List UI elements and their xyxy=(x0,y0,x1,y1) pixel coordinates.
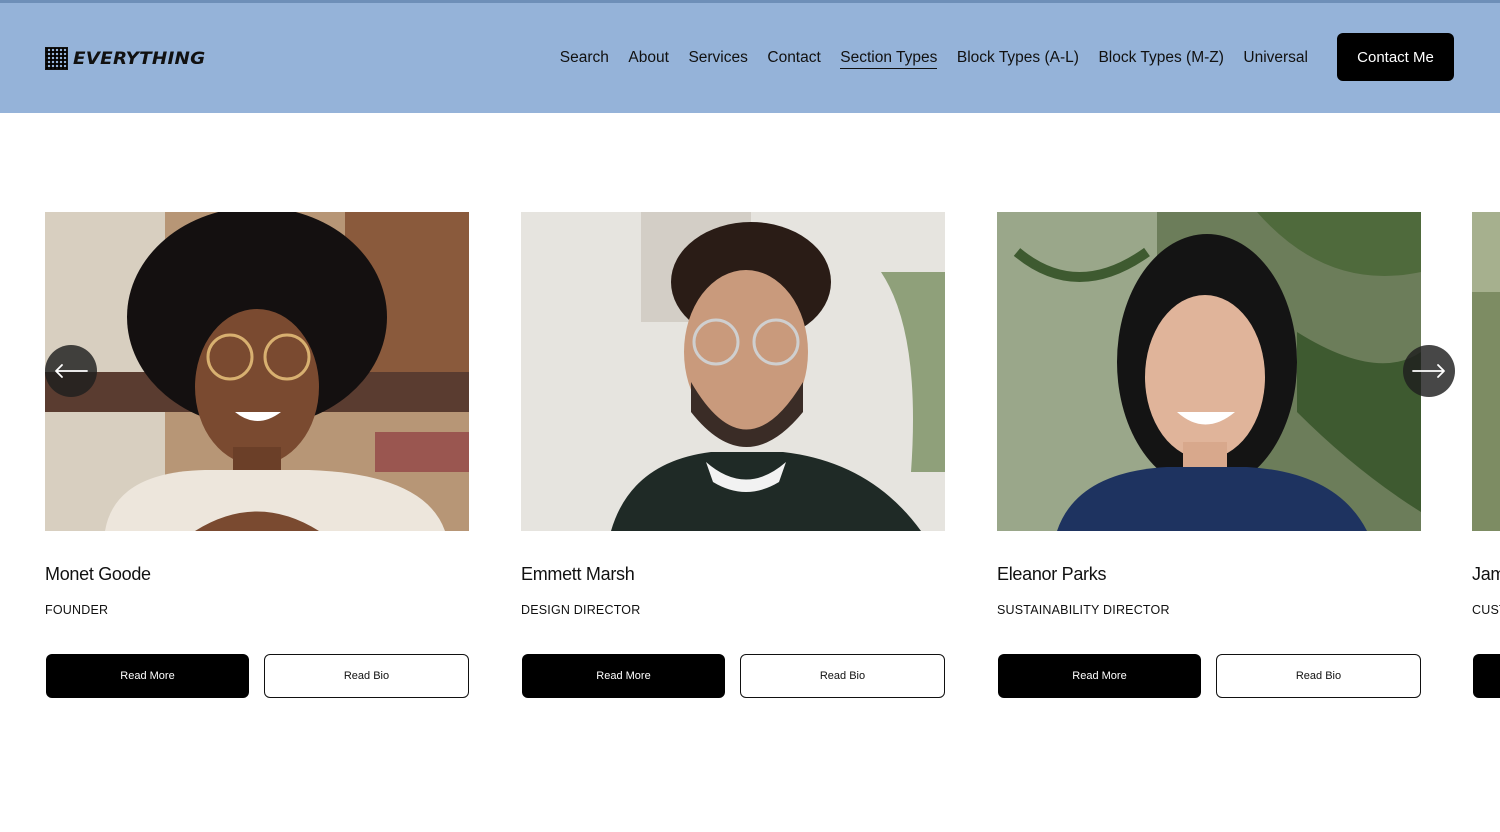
team-card: Jam CUST xyxy=(1472,212,1500,712)
team-member-name: Monet Goode xyxy=(45,564,151,584)
team-member-role: DESIGN DIRECTOR xyxy=(521,603,641,617)
team-member-role: SUSTAINABILITY DIRECTOR xyxy=(997,603,1170,617)
contact-me-button[interactable]: Contact Me xyxy=(1337,33,1454,81)
logo-text: EVERYTHING xyxy=(73,48,206,69)
team-card: Monet Goode FOUNDER Read More Read Bio xyxy=(45,212,469,698)
read-more-button[interactable]: Read More xyxy=(998,654,1201,698)
team-member-name: Jam xyxy=(1472,564,1500,584)
read-bio-button[interactable]: Read Bio xyxy=(740,654,945,698)
carousel-next-button[interactable] xyxy=(1403,345,1455,397)
team-member-photo xyxy=(1472,212,1500,531)
read-more-button[interactable] xyxy=(1473,654,1500,698)
nav-item-about[interactable]: About xyxy=(628,49,669,69)
carousel-prev-button[interactable] xyxy=(45,345,97,397)
site-header: EVERYTHING Search About Services Contact… xyxy=(0,0,1500,113)
team-member-photo xyxy=(997,212,1421,531)
team-member-photo xyxy=(45,212,469,531)
read-more-button[interactable]: Read More xyxy=(46,654,249,698)
read-bio-button[interactable]: Read Bio xyxy=(264,654,469,698)
team-member-name: Eleanor Parks xyxy=(997,564,1107,584)
nav-item-section-types[interactable]: Section Types xyxy=(840,49,938,69)
team-member-role: CUST xyxy=(1472,603,1500,617)
team-card: Emmett Marsh DESIGN DIRECTOR Read More R… xyxy=(521,212,945,698)
team-card: Eleanor Parks SUSTAINABILITY DIRECTOR Re… xyxy=(997,212,1421,698)
team-member-role: FOUNDER xyxy=(45,603,109,617)
nav-item-services[interactable]: Services xyxy=(688,49,747,69)
nav-item-block-types-a-l[interactable]: Block Types (A-L) xyxy=(957,49,1079,69)
team-member-photo xyxy=(521,212,945,531)
arrow-right-icon xyxy=(1412,364,1445,378)
logo-grid-icon xyxy=(45,47,68,70)
read-more-button[interactable]: Read More xyxy=(522,654,725,698)
logo[interactable]: EVERYTHING xyxy=(45,47,205,70)
nav-item-universal[interactable]: Universal xyxy=(1243,49,1308,69)
nav-item-contact[interactable]: Contact xyxy=(767,49,820,69)
nav-item-block-types-m-z[interactable]: Block Types (M-Z) xyxy=(1098,49,1223,69)
team-member-name: Emmett Marsh xyxy=(521,564,635,584)
read-bio-button[interactable]: Read Bio xyxy=(1216,654,1421,698)
arrow-left-icon xyxy=(55,364,88,378)
main-nav: Search About Services Contact Section Ty… xyxy=(560,49,1308,69)
nav-item-search[interactable]: Search xyxy=(560,49,609,69)
